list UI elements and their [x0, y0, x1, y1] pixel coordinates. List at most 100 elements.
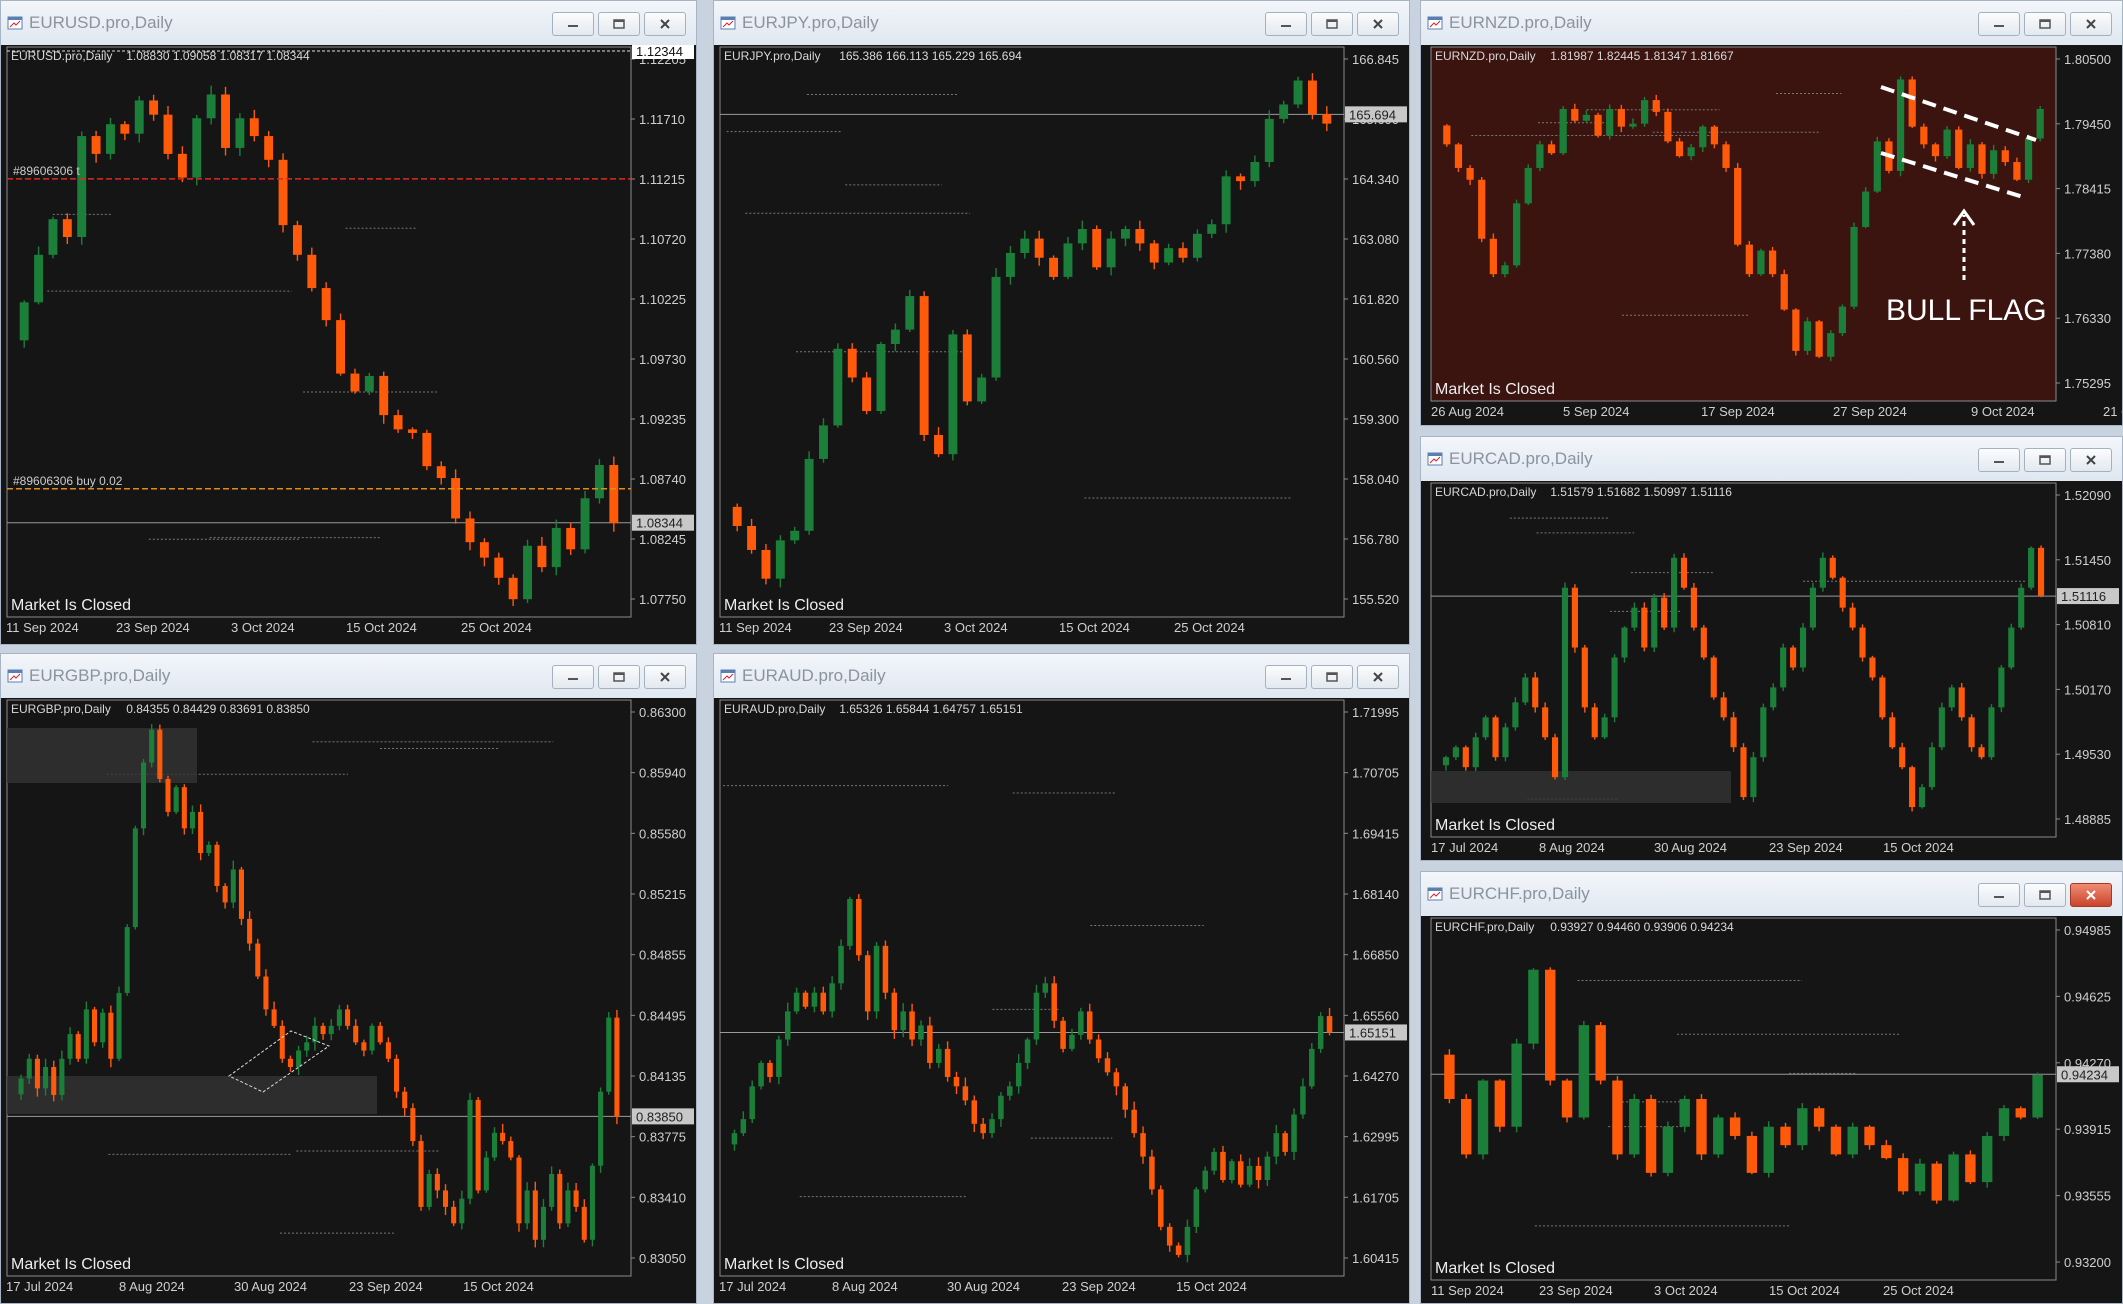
- close-button[interactable]: [2070, 883, 2112, 907]
- candle: [1988, 707, 1995, 758]
- chart-window-eurgbp[interactable]: EURGBP.pro,Daily 0.86300 0.85940 0.85580 0.8…: [0, 653, 697, 1304]
- close-button[interactable]: [644, 665, 686, 689]
- minimize-button[interactable]: [552, 12, 594, 36]
- candle: [565, 1190, 571, 1224]
- chart-area-eurusd[interactable]: 1.122051.117101.112151.107201.102251.097…: [1, 45, 696, 644]
- window-title-bar[interactable]: EURAUD.pro,Daily: [714, 654, 1409, 698]
- candle: [307, 254, 317, 289]
- minimize-button[interactable]: [1265, 665, 1307, 689]
- window-title-bar[interactable]: EURNZD.pro,Daily: [1421, 1, 2122, 45]
- candle: [1175, 1245, 1182, 1255]
- price-axis-label: 0.94625: [2064, 989, 2111, 1004]
- candle: [149, 100, 159, 115]
- window-title-bar[interactable]: EURJPY.pro,Daily: [714, 1, 1409, 45]
- price-axis-label: 160.560: [1352, 352, 1399, 367]
- candle: [1931, 144, 1940, 157]
- chart-area-eurjpy[interactable]: 166.845165.600164.340163.080161.820160.5…: [714, 45, 1409, 644]
- candle: [918, 1025, 924, 1040]
- maximize-button[interactable]: [2024, 883, 2066, 907]
- window-icon: [2039, 890, 2051, 900]
- candle: [1803, 321, 1812, 351]
- price-axis-label: 1.09235: [639, 412, 686, 427]
- candle: [767, 1062, 773, 1077]
- candle: [465, 518, 475, 543]
- minimize-button[interactable]: [1978, 448, 2020, 472]
- window-title-bar[interactable]: EURCHF.pro,Daily: [1421, 872, 2122, 916]
- candle: [1780, 274, 1788, 310]
- window-title-bar[interactable]: EURGBP.pro,Daily: [1, 654, 696, 698]
- candle: [491, 1132, 498, 1158]
- candle: [1713, 1117, 1724, 1155]
- chart-window-eurchf[interactable]: EURCHF.pro,Daily 0.94985 0.94625 0.94270 0.9…: [1420, 871, 2123, 1304]
- candle: [2024, 138, 2033, 180]
- price-axis-label: 1.60415: [1352, 1251, 1399, 1266]
- candle: [1730, 717, 1737, 748]
- candle: [1542, 707, 1549, 738]
- maximize-button[interactable]: [1311, 665, 1353, 689]
- candle: [1489, 238, 1497, 275]
- candle: [1998, 667, 2005, 708]
- chart-area-euraud[interactable]: 1.71995 1.70705 1.69415 1.68140 1.66850 1.655…: [714, 698, 1409, 1303]
- market-status: Market Is Closed: [724, 1256, 844, 1273]
- candle: [350, 373, 360, 392]
- chart-area-eurcad[interactable]: 1.52090 1.51450 1.50810 1.50170 1.49530 1.488…: [1421, 481, 2122, 860]
- close-button[interactable]: [2070, 448, 2112, 472]
- minimize-button[interactable]: [1978, 12, 2020, 36]
- minimize-button[interactable]: [1265, 12, 1307, 36]
- candle: [1687, 147, 1695, 157]
- maximize-button[interactable]: [2024, 448, 2066, 472]
- chart-window-euraud[interactable]: EURAUD.pro,Daily 1.71995 1.70705 1.69415 1.6…: [713, 653, 1410, 1304]
- candle: [1670, 557, 1678, 628]
- candle: [581, 1206, 587, 1240]
- maximize-button[interactable]: [1311, 12, 1353, 36]
- ohlc-values: 1.65326 1.65844 1.64757 1.65151: [839, 702, 1023, 716]
- window-title-bar[interactable]: EURUSD.pro,Daily: [1, 1, 696, 45]
- candle: [18, 1078, 24, 1095]
- candle: [1069, 1034, 1075, 1049]
- candle: [927, 1025, 933, 1063]
- maximize-button[interactable]: [598, 665, 640, 689]
- close-button[interactable]: [644, 12, 686, 36]
- close-button[interactable]: [1357, 665, 1399, 689]
- candle: [1862, 191, 1870, 227]
- candle: [1617, 108, 1625, 127]
- candle: [566, 527, 576, 550]
- window-title-bar[interactable]: EURCAD.pro,Daily: [1421, 437, 2122, 481]
- symbol-label: EURNZD.pro,Daily: [1435, 49, 1536, 63]
- candle: [1255, 1165, 1262, 1180]
- maximize-button[interactable]: [598, 12, 640, 36]
- chart-area-eurchf[interactable]: 0.949850.946250.942700.939150.935550.932…: [1421, 916, 2122, 1303]
- minimize-button[interactable]: [552, 665, 594, 689]
- candle: [271, 1009, 277, 1026]
- candle: [864, 955, 871, 1012]
- window-title: EURJPY.pro,Daily: [742, 13, 879, 32]
- candle: [1236, 176, 1245, 182]
- chart-window-eurcad[interactable]: EURCAD.pro,Daily 1.52090 1.51450 1.50810 1.5…: [1420, 436, 2123, 861]
- candle: [732, 506, 742, 526]
- close-button[interactable]: [1357, 12, 1399, 36]
- candle: [1780, 647, 1787, 688]
- candle: [1229, 1161, 1235, 1180]
- chart-area-eurgbp[interactable]: 0.86300 0.85940 0.85580 0.85215 0.84855 0.844…: [1, 698, 696, 1303]
- chart-window-eurnzd[interactable]: EURNZD.pro,Daily 1.80500 1.79450 1.78415 1.7…: [1420, 0, 2123, 426]
- chart-window-eurjpy[interactable]: EURJPY.pro,Daily 166.845165.600164.340163…: [713, 0, 1410, 645]
- candle: [364, 375, 374, 392]
- candle: [1981, 1135, 1993, 1183]
- chart-window-eurusd[interactable]: EURUSD.pro,Daily 1.12205 1.11710 1.11215 1.1…: [0, 0, 697, 645]
- candle: [1578, 1025, 1590, 1118]
- candle: [361, 1042, 367, 1051]
- candle: [1819, 557, 1826, 588]
- candle: [1460, 1099, 1472, 1155]
- window-title: EURGBP.pro,Daily: [29, 666, 171, 685]
- date-axis-label: 30 Aug 2024: [947, 1279, 1020, 1294]
- order-label: #89606306 buy 0.02: [13, 474, 123, 488]
- close-button[interactable]: [2070, 12, 2112, 36]
- chart-area-eurnzd[interactable]: 1.80500 1.79450 1.78415 1.77380 1.76330 1.752…: [1421, 45, 2122, 425]
- minimize-button[interactable]: [1978, 883, 2020, 907]
- candle: [1908, 79, 1916, 127]
- candle: [2032, 1074, 2043, 1118]
- date-axis-label: 15 Oct 2024: [346, 620, 417, 635]
- price-axis-label: 164.340: [1352, 172, 1399, 187]
- maximize-button[interactable]: [2024, 12, 2066, 36]
- candle: [238, 869, 244, 919]
